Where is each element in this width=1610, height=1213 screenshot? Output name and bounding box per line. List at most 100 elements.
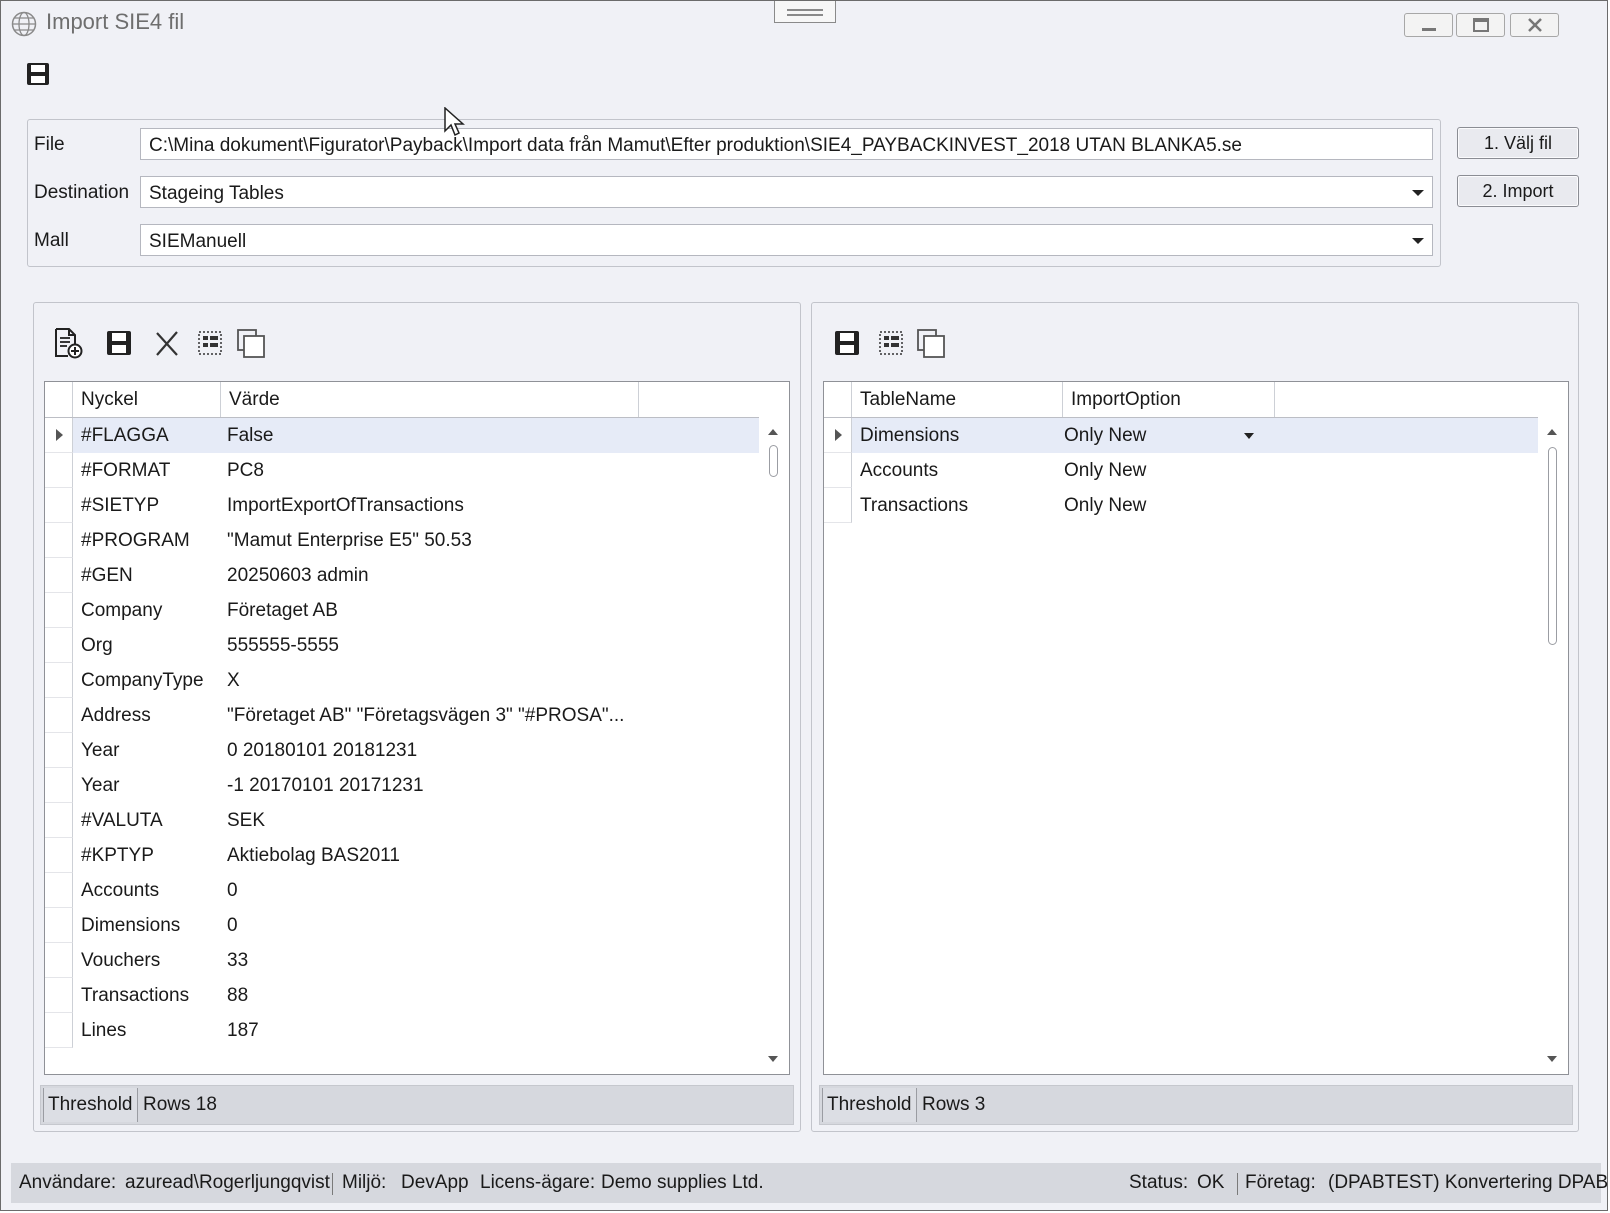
table-row[interactable]: Company Företaget AB <box>45 593 759 628</box>
key-cell[interactable]: Lines <box>81 1013 221 1048</box>
scroll-up-icon[interactable] <box>1547 429 1557 435</box>
save-icon[interactable] <box>25 61 51 87</box>
table-row[interactable]: Year 0 20180101 20181231 <box>45 733 759 768</box>
key-cell[interactable]: Dimensions <box>81 908 221 943</box>
row-indicator[interactable] <box>45 838 73 873</box>
key-cell[interactable]: Company <box>81 593 221 628</box>
row-indicator[interactable] <box>45 803 73 838</box>
row-indicator[interactable] <box>45 418 73 453</box>
choose-file-button[interactable]: 1. Välj fil <box>1457 127 1579 159</box>
column-header-varde[interactable]: Värde <box>221 382 639 417</box>
value-cell[interactable]: "Företaget AB" "Företagsvägen 3" "#PROSA… <box>227 698 647 733</box>
table-row[interactable]: #FLAGGA False <box>45 418 759 453</box>
close-button[interactable] <box>1510 13 1559 37</box>
tablename-cell[interactable]: Dimensions <box>860 418 1060 453</box>
destination-select[interactable]: Stageing Tables <box>140 176 1433 208</box>
value-cell[interactable]: X <box>227 663 647 698</box>
row-indicator[interactable] <box>45 908 73 943</box>
chevron-down-icon[interactable] <box>1244 433 1254 439</box>
row-indicator[interactable] <box>824 488 852 523</box>
select-all-icon[interactable] <box>876 327 908 359</box>
row-indicator[interactable] <box>45 663 73 698</box>
column-header-importoption[interactable]: ImportOption <box>1063 382 1275 417</box>
key-cell[interactable]: #KPTYP <box>81 838 221 873</box>
import-options-grid[interactable]: TableName ImportOption Dimensions Only Ne… <box>823 381 1569 1075</box>
value-cell[interactable]: 0 <box>227 873 647 908</box>
key-cell[interactable]: Address <box>81 698 221 733</box>
table-row[interactable]: #GEN 20250603 admin <box>45 558 759 593</box>
table-row[interactable]: Dimensions 0 <box>45 908 759 943</box>
row-indicator[interactable] <box>45 558 73 593</box>
value-cell[interactable]: 20250603 admin <box>227 558 647 593</box>
save-icon[interactable] <box>103 327 135 359</box>
value-cell[interactable]: 187 <box>227 1013 647 1048</box>
mall-select[interactable]: SIEManuell <box>140 224 1433 256</box>
import-option-cell[interactable]: Only New <box>1064 453 1264 488</box>
key-cell[interactable]: #VALUTA <box>81 803 221 838</box>
title-bar[interactable]: Import SIE4 fil <box>1 1 1607 47</box>
new-document-icon[interactable] <box>52 327 84 359</box>
row-indicator[interactable] <box>45 768 73 803</box>
scroll-down-icon[interactable] <box>1547 1056 1557 1062</box>
value-cell[interactable]: 555555-5555 <box>227 628 647 663</box>
table-row[interactable]: Address "Företaget AB" "Företagsvägen 3" … <box>45 698 759 733</box>
row-indicator[interactable] <box>45 978 73 1013</box>
tablename-cell[interactable]: Accounts <box>860 453 1060 488</box>
key-cell[interactable]: Year <box>81 733 221 768</box>
key-cell[interactable]: #GEN <box>81 558 221 593</box>
threshold-button[interactable]: Threshold <box>43 1088 138 1122</box>
row-indicator[interactable] <box>45 523 73 558</box>
value-cell[interactable]: SEK <box>227 803 647 838</box>
row-indicator[interactable] <box>45 698 73 733</box>
value-cell[interactable]: 33 <box>227 943 647 978</box>
row-indicator[interactable] <box>824 453 852 488</box>
key-cell[interactable]: #FLAGGA <box>81 418 221 453</box>
key-value-grid[interactable]: Nyckel Värde #FLAGGA False #FORMAT PC8 #SIET… <box>44 381 790 1075</box>
value-cell[interactable]: 0 <box>227 908 647 943</box>
table-row[interactable]: Vouchers 33 <box>45 943 759 978</box>
row-indicator[interactable] <box>45 943 73 978</box>
table-row[interactable]: Lines 187 <box>45 1013 759 1048</box>
value-cell[interactable]: 0 20180101 20181231 <box>227 733 647 768</box>
import-button[interactable]: 2. Import <box>1457 175 1579 207</box>
scroll-thumb[interactable] <box>769 445 778 477</box>
value-cell[interactable]: 88 <box>227 978 647 1013</box>
table-row[interactable]: CompanyType X <box>45 663 759 698</box>
drag-handle[interactable] <box>774 1 836 23</box>
table-row[interactable]: Year -1 20170101 20171231 <box>45 768 759 803</box>
row-indicator[interactable] <box>45 873 73 908</box>
scroll-down-icon[interactable] <box>768 1056 778 1062</box>
file-path-field[interactable]: C:\Mina dokument\Figurator\Payback\Impor… <box>140 128 1433 160</box>
value-cell[interactable]: False <box>227 418 647 453</box>
value-cell[interactable]: PC8 <box>227 453 647 488</box>
key-cell[interactable]: Vouchers <box>81 943 221 978</box>
row-indicator[interactable] <box>45 488 73 523</box>
tablename-cell[interactable]: Transactions <box>860 488 1060 523</box>
key-cell[interactable]: #FORMAT <box>81 453 221 488</box>
value-cell[interactable]: Aktiebolag BAS2011 <box>227 838 647 873</box>
table-row[interactable]: Transactions 88 <box>45 978 759 1013</box>
table-row[interactable]: Accounts Only New <box>824 453 1538 488</box>
row-indicator[interactable] <box>45 733 73 768</box>
import-option-cell[interactable]: Only New <box>1064 488 1264 523</box>
table-row[interactable]: #SIETYP ImportExportOfTransactions <box>45 488 759 523</box>
maximize-button[interactable] <box>1456 13 1505 37</box>
value-cell[interactable]: ImportExportOfTransactions <box>227 488 647 523</box>
table-row[interactable]: #PROGRAM "Mamut Enterprise E5" 50.53 <box>45 523 759 558</box>
scroll-up-icon[interactable] <box>768 429 778 435</box>
table-row[interactable]: Org 555555-5555 <box>45 628 759 663</box>
row-indicator[interactable] <box>824 418 852 453</box>
key-cell[interactable]: CompanyType <box>81 663 221 698</box>
minimize-button[interactable] <box>1404 13 1453 37</box>
row-indicator[interactable] <box>45 453 73 488</box>
key-cell[interactable]: #PROGRAM <box>81 523 221 558</box>
row-indicator[interactable] <box>45 1013 73 1048</box>
copy-icon[interactable] <box>235 327 267 359</box>
copy-icon[interactable] <box>915 327 947 359</box>
row-indicator[interactable] <box>45 593 73 628</box>
delete-icon[interactable] <box>151 327 183 359</box>
vertical-scrollbar[interactable] <box>759 417 789 1074</box>
table-row[interactable]: #FORMAT PC8 <box>45 453 759 488</box>
key-cell[interactable]: Accounts <box>81 873 221 908</box>
key-cell[interactable]: Transactions <box>81 978 221 1013</box>
